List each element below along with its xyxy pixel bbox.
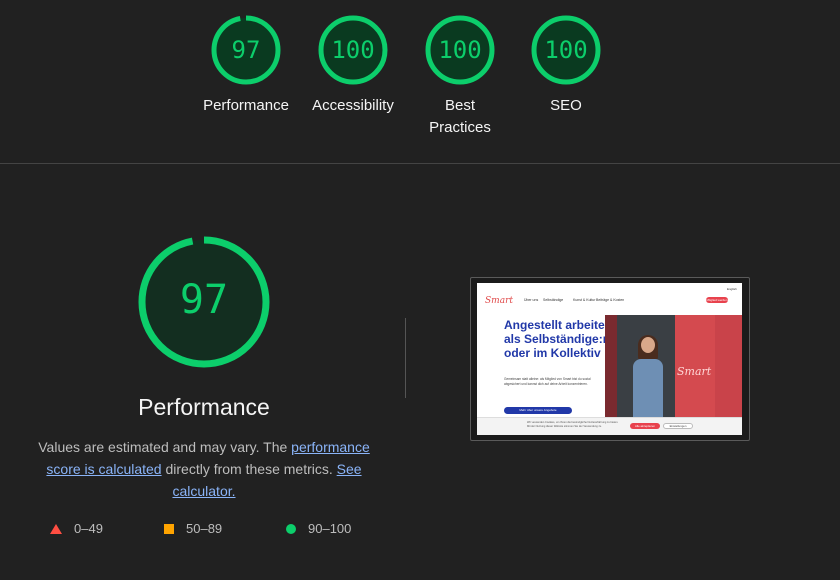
legend-range: 50–89 bbox=[186, 521, 223, 536]
gauge-ring: 100 bbox=[317, 14, 389, 86]
circle-icon bbox=[286, 523, 296, 534]
nav-item: Kunst & Kultur bbox=[573, 298, 596, 302]
cookie-settings-button: Einstellungen bbox=[663, 423, 693, 429]
hero-cta-button: Mehr über unsere Angebote bbox=[504, 407, 572, 414]
hero-body: Gemeinsam statt alleine: als Mitglied vo… bbox=[504, 377, 591, 386]
nav-item: Über uns bbox=[524, 298, 539, 302]
person-torso bbox=[633, 359, 663, 425]
gauge-ring: 100 bbox=[424, 14, 496, 86]
gauge-label: Performance bbox=[203, 97, 289, 114]
gauge-score: 100 bbox=[331, 36, 375, 64]
gauge-score: 100 bbox=[544, 36, 588, 64]
vertical-divider bbox=[405, 318, 406, 398]
photo-sign: Smart bbox=[677, 365, 712, 378]
performance-title: Performance bbox=[138, 394, 270, 420]
gauge-label: Accessibility bbox=[312, 97, 394, 114]
square-icon bbox=[164, 523, 174, 534]
gauge-seo[interactable]: 100 SEO bbox=[511, 0, 621, 117]
photo-side-panel bbox=[715, 315, 742, 425]
screenshot-page: English Smart Über uns Selbständige Kuns… bbox=[477, 283, 742, 435]
person-head bbox=[641, 337, 655, 353]
cookie-accept-button: Alle akzeptieren bbox=[630, 423, 660, 429]
person-image bbox=[633, 335, 663, 425]
performance-score: 97 bbox=[179, 277, 229, 323]
desc-text: directly from these metrics. bbox=[161, 461, 337, 477]
photo-panel bbox=[605, 315, 617, 425]
gauge-score: 97 bbox=[231, 36, 261, 64]
nav-item: Selbständige bbox=[543, 298, 564, 302]
legend-fail: 0–49 bbox=[50, 521, 103, 536]
legend-average: 50–89 bbox=[164, 521, 222, 536]
gauge-score: 100 bbox=[438, 36, 482, 64]
gauge-accessibility[interactable]: 100 Accessibility bbox=[298, 0, 408, 117]
lang-link: English bbox=[727, 287, 737, 291]
nav-item: Beiträge & Kosten bbox=[596, 298, 625, 302]
gauge-label: Best Practices bbox=[429, 97, 491, 136]
triangle-icon bbox=[50, 523, 62, 534]
gauge-best-practices[interactable]: 100 Best Practices bbox=[405, 0, 515, 139]
legend-range: 90–100 bbox=[308, 521, 352, 536]
hero-headline: Angestellt arbeiten als Selbständige:r o… bbox=[504, 318, 613, 360]
desc-text: Values are estimated and may vary. The bbox=[38, 439, 292, 455]
nav-cta-button: Mitglied werden bbox=[706, 297, 728, 303]
site-logo: Smart bbox=[485, 296, 513, 306]
cookie-text: Wir verwenden Cookies, um Ihnen die best… bbox=[527, 421, 619, 428]
performance-description: Values are estimated and may vary. The p… bbox=[34, 436, 374, 502]
section-divider bbox=[0, 163, 840, 164]
gauge-ring: 97 bbox=[210, 14, 282, 86]
final-screenshot[interactable]: English Smart Über uns Selbständige Kuns… bbox=[470, 277, 750, 441]
score-legend: 0–49 50–89 90–100 bbox=[0, 521, 420, 541]
hero-photo: Smart bbox=[605, 315, 715, 425]
gauge-label: SEO bbox=[550, 97, 582, 114]
cookie-banner: Wir verwenden Cookies, um Ihnen die best… bbox=[477, 417, 742, 435]
gauge-performance[interactable]: 97 Performance bbox=[191, 0, 301, 117]
performance-gauge: 97 bbox=[136, 234, 272, 370]
legend-pass: 90–100 bbox=[286, 521, 351, 536]
legend-range: 0–49 bbox=[74, 521, 103, 536]
gauge-ring: 100 bbox=[530, 14, 602, 86]
